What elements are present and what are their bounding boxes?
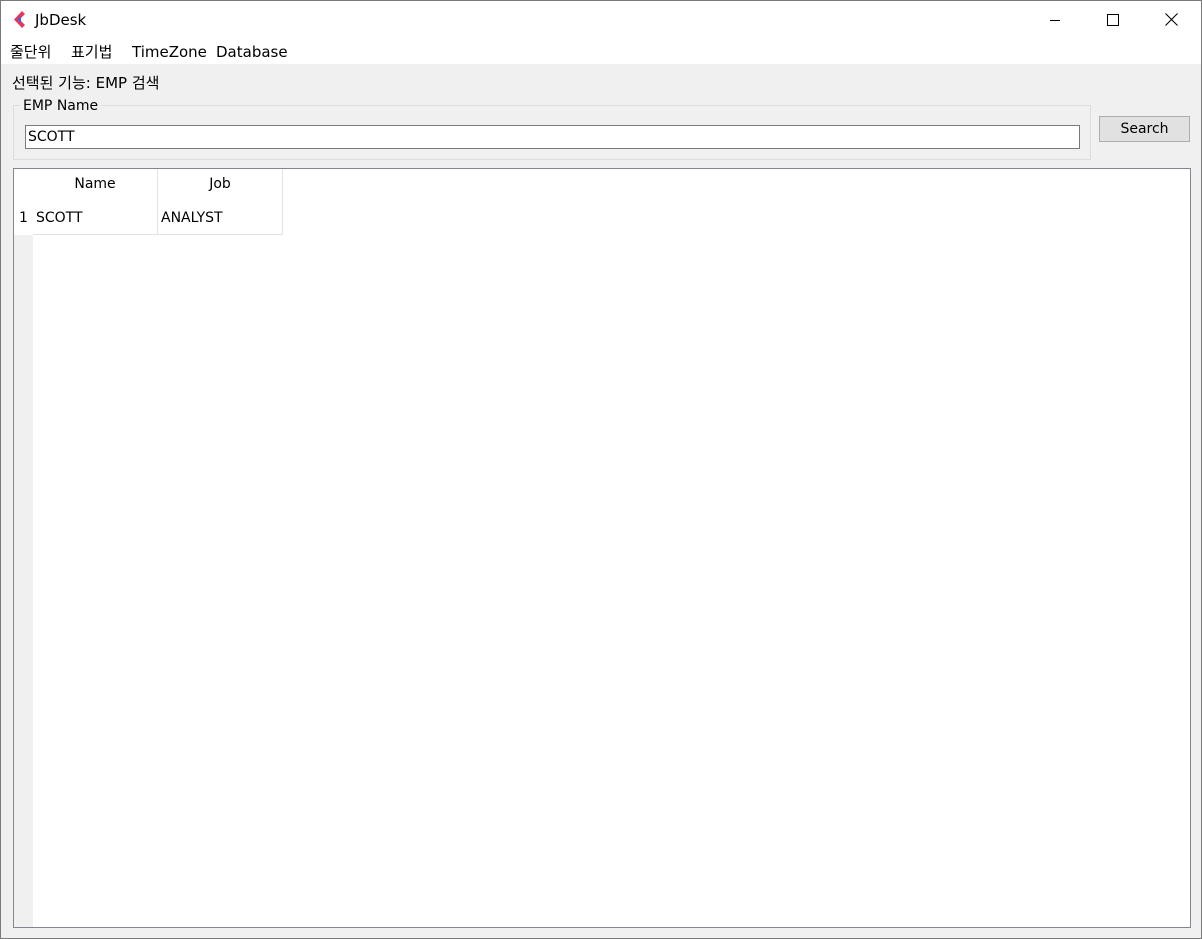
minimize-button[interactable]: [1026, 1, 1084, 38]
column-header-name[interactable]: Name: [33, 169, 158, 202]
emp-name-input[interactable]: [25, 125, 1080, 149]
close-button[interactable]: [1142, 1, 1200, 38]
app-window: JbDesk 줄단위 표기법 TimeZone Database 선택된 기능:…: [0, 0, 1202, 939]
app-icon: [13, 11, 29, 28]
menu-bar: 줄단위 표기법 TimeZone Database: [1, 38, 1201, 64]
maximize-icon: [1107, 13, 1119, 26]
title-bar[interactable]: JbDesk: [1, 1, 1201, 38]
row-header[interactable]: 1: [14, 202, 33, 235]
results-grid[interactable]: Name Job 1 SCOTT ANALYST: [13, 168, 1191, 928]
search-button[interactable]: Search: [1099, 116, 1190, 142]
selected-function-label: 선택된 기능: EMP 검색: [12, 74, 160, 92]
menu-item-line-unit[interactable]: 줄단위: [10, 42, 51, 62]
table-cell-name[interactable]: SCOTT: [33, 202, 158, 235]
close-icon: [1164, 13, 1178, 26]
table-cell-job[interactable]: ANALYST: [158, 202, 283, 235]
maximize-button[interactable]: [1084, 1, 1142, 38]
column-header-job[interactable]: Job: [158, 169, 283, 202]
window-title: JbDesk: [35, 11, 87, 29]
emp-name-groupbox: EMP Name: [13, 97, 1091, 160]
menu-item-database[interactable]: Database: [216, 42, 288, 62]
menu-item-timezone[interactable]: TimeZone: [132, 42, 207, 62]
menu-item-notation[interactable]: 표기법: [71, 42, 112, 62]
grid-corner-cell[interactable]: [14, 169, 33, 202]
minimize-icon: [1049, 14, 1061, 26]
row-header-column: [14, 169, 33, 927]
groupbox-title: EMP Name: [20, 97, 102, 115]
